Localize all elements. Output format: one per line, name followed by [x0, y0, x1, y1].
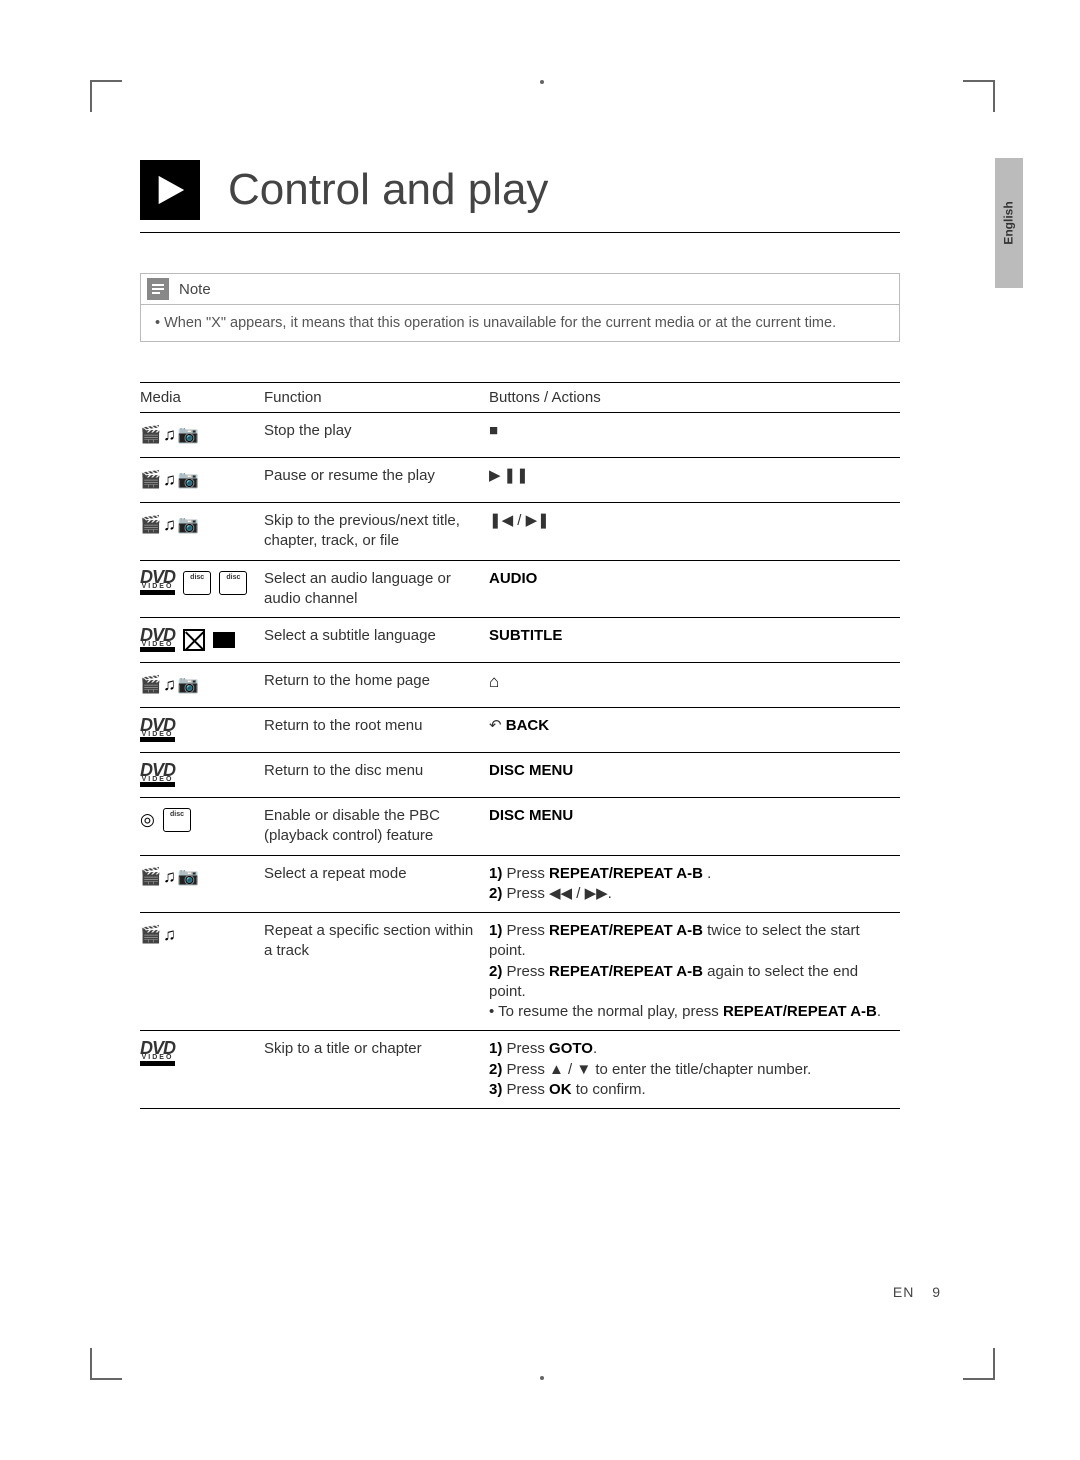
media-cell: 🎬♫📷	[140, 663, 264, 708]
function-cell: Select an audio language or audio channe…	[264, 560, 489, 618]
actions-cell: ❚◀ / ▶❚	[489, 503, 900, 561]
table-row: 🎬♫📷 Pause or resume the play ▶ ❚❚	[140, 458, 900, 503]
note-box: Note • When "X" appears, it means that t…	[140, 273, 900, 342]
language-tab: English	[995, 158, 1023, 288]
note-icon	[147, 278, 169, 300]
note-label: Note	[179, 281, 211, 298]
col-function: Function	[264, 383, 489, 413]
footer-page: 9	[932, 1284, 940, 1300]
actions-cell: ▶ ❚❚	[489, 458, 900, 503]
crop-dot	[540, 1376, 544, 1380]
actions-cell: SUBTITLE	[489, 618, 900, 663]
actions-cell: 1) Press REPEAT/REPEAT A-B twice to sele…	[489, 913, 900, 1031]
table-row: 🎬♫📷 Skip to the previous/next title, cha…	[140, 503, 900, 561]
crop-mark	[90, 80, 122, 112]
play-icon	[140, 160, 200, 220]
table-row: DVDVIDEO disc disc Select an audio langu…	[140, 560, 900, 618]
crop-mark	[963, 80, 995, 112]
footer: EN 9	[893, 1284, 940, 1300]
function-cell: Return to the root menu	[264, 708, 489, 753]
table-row: DVDVIDEO Return to the disc menu DISC ME…	[140, 753, 900, 798]
function-cell: Select a subtitle language	[264, 618, 489, 663]
table-row: 🎬♫📷 Return to the home page ⌂	[140, 663, 900, 708]
actions-cell: 1) Press REPEAT/REPEAT A-B .2) Press ◀◀ …	[489, 855, 900, 913]
media-cell: 🎬♫📷	[140, 503, 264, 561]
function-cell: Return to the disc menu	[264, 753, 489, 798]
crop-mark	[90, 1348, 122, 1380]
function-cell: Skip to the previous/next title, chapter…	[264, 503, 489, 561]
media-cell: 🎬♫📷	[140, 413, 264, 458]
media-cell: 🎬♫📷	[140, 458, 264, 503]
page: English Control and play Note • When "X"…	[0, 0, 1080, 1460]
actions-cell: DISC MENU	[489, 753, 900, 798]
table-row: 🎬♫📷 Select a repeat mode 1) Press REPEAT…	[140, 855, 900, 913]
page-title: Control and play	[228, 165, 548, 215]
actions-cell: AUDIO	[489, 560, 900, 618]
note-text: When "X" appears, it means that this ope…	[164, 315, 836, 331]
table-row: ◎ disc Enable or disable the PBC (playba…	[140, 798, 900, 856]
function-cell: Return to the home page	[264, 663, 489, 708]
col-actions: Buttons / Actions	[489, 383, 900, 413]
actions-cell: 1) Press GOTO.2) Press ▲ / ▼ to enter th…	[489, 1031, 900, 1109]
note-body: • When "X" appears, it means that this o…	[141, 304, 899, 341]
col-media: Media	[140, 383, 264, 413]
function-cell: Enable or disable the PBC (playback cont…	[264, 798, 489, 856]
function-cell: Repeat a specific section within a track	[264, 913, 489, 1031]
media-cell: 🎬♫	[140, 913, 264, 1031]
note-head: Note	[141, 274, 899, 304]
table-row: DVDVIDEO Select a subtitle language SUBT…	[140, 618, 900, 663]
media-cell: 🎬♫📷	[140, 855, 264, 913]
media-cell: DVDVIDEO	[140, 1031, 264, 1109]
media-cell: DVDVIDEO disc disc	[140, 560, 264, 618]
media-cell: DVDVIDEO	[140, 708, 264, 753]
table-row: DVDVIDEO Skip to a title or chapter 1) P…	[140, 1031, 900, 1109]
actions-cell: DISC MENU	[489, 798, 900, 856]
table-row: DVDVIDEO Return to the root menu ↶ BACK	[140, 708, 900, 753]
table-row: 🎬♫ Repeat a specific section within a tr…	[140, 913, 900, 1031]
controls-table: Media Function Buttons / Actions 🎬♫📷 Sto…	[140, 382, 900, 1109]
actions-cell: ↶ BACK	[489, 708, 900, 753]
actions-cell: ■	[489, 413, 900, 458]
crop-dot	[540, 80, 544, 84]
table-row: 🎬♫📷 Stop the play ■	[140, 413, 900, 458]
media-cell: DVDVIDEO	[140, 753, 264, 798]
function-cell: Stop the play	[264, 413, 489, 458]
function-cell: Select a repeat mode	[264, 855, 489, 913]
content: Control and play Note • When "X" appears…	[140, 160, 900, 1109]
function-cell: Pause or resume the play	[264, 458, 489, 503]
function-cell: Skip to a title or chapter	[264, 1031, 489, 1109]
crop-mark	[963, 1348, 995, 1380]
title-row: Control and play	[140, 160, 900, 233]
actions-cell: ⌂	[489, 663, 900, 708]
media-cell: ◎ disc	[140, 798, 264, 856]
footer-lang: EN	[893, 1284, 914, 1300]
media-cell: DVDVIDEO	[140, 618, 264, 663]
language-tab-label: English	[1002, 201, 1016, 244]
